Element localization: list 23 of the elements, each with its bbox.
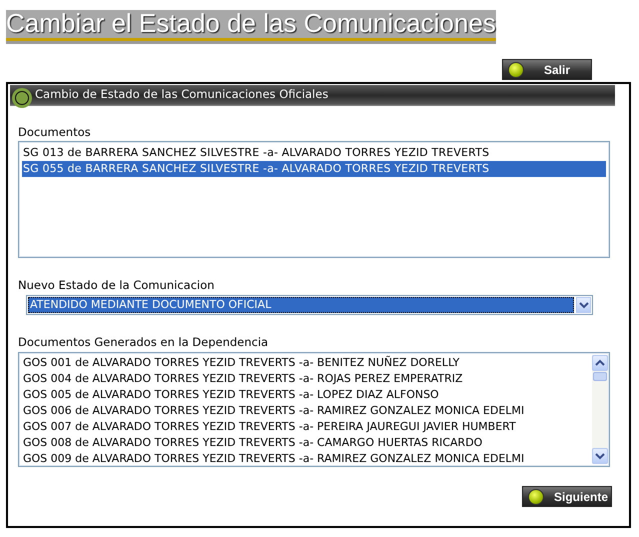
documents-label: Documentos	[18, 126, 92, 139]
state-label: Nuevo Estado de la Comunicacion	[18, 279, 216, 292]
list-item[interactable]: GOS 008 de ALVARADO TORRES YEZID TREVERTS -a- CAMARGO HUERTAS RICARDO	[22, 435, 592, 451]
list-item[interactable]: GOS 001 de ALVARADO TORRES YEZID TREVERTS -a- BENITEZ NUÑEZ DORELLY	[22, 355, 592, 371]
list-item[interactable]: SG 055 de BARRERA SANCHEZ SILVESTRE -a- ALVARADO TORRES YEZID TREVERTS	[22, 161, 606, 177]
page-title: Cambiar el Estado de las Comunicaciones	[6, 10, 496, 41]
scroll-thumb[interactable]	[593, 372, 607, 381]
state-dropdown[interactable]: ATENDIDO MEDIANTE DOCUMENTO OFICIAL	[26, 295, 593, 315]
panel-title: Cambio de Estado de las Comunicaciones Oficiales	[35, 86, 328, 101]
circle-icon	[15, 91, 29, 105]
generated-documents-label: Documentos Generados en la Dependencia	[18, 336, 270, 349]
list-item[interactable]: GOS 004 de ALVARADO TORRES YEZID TREVERTS -a- ROJAS PEREZ EMPERATRIZ	[22, 371, 592, 387]
list-item[interactable]: GOS 007 de ALVARADO TORRES YEZID TREVERTS -a- PEREIRA JAUREGUI JAVIER HUMBERT	[22, 419, 592, 435]
scroll-down-icon[interactable]	[592, 448, 608, 464]
list-item[interactable]: SG 013 de BARRERA SANCHEZ SILVESTRE -a- ALVARADO TORRES YEZID TREVERTS	[22, 145, 606, 161]
scrollbar[interactable]	[592, 355, 608, 464]
list-item[interactable]: GOS 009 de ALVARADO TORRES YEZID TREVERTS -a- RAMIREZ GONZALEZ MONICA EDELMI	[22, 451, 592, 464]
exit-button[interactable]: Salir	[502, 59, 592, 80]
documents-listbox[interactable]: SG 013 de BARRERA SANCHEZ SILVESTRE -a- ALVARADO TORRES YEZID TREVERTS SG 055 de BARRERA SANCHEZ SILVESTRE -a- ALVARADO TORRES YEZID TREVERTS	[18, 141, 610, 258]
next-button[interactable]: Siguiente	[522, 486, 612, 507]
scroll-up-icon[interactable]	[592, 355, 608, 371]
list-item[interactable]: GOS 005 de ALVARADO TORRES YEZID TREVERTS -a- LOPEZ DIAZ ALFONSO	[22, 387, 592, 403]
list-item[interactable]: GOS 006 de ALVARADO TORRES YEZID TREVERTS -a- RAMIREZ GONZALEZ MONICA EDELMI	[22, 403, 592, 419]
